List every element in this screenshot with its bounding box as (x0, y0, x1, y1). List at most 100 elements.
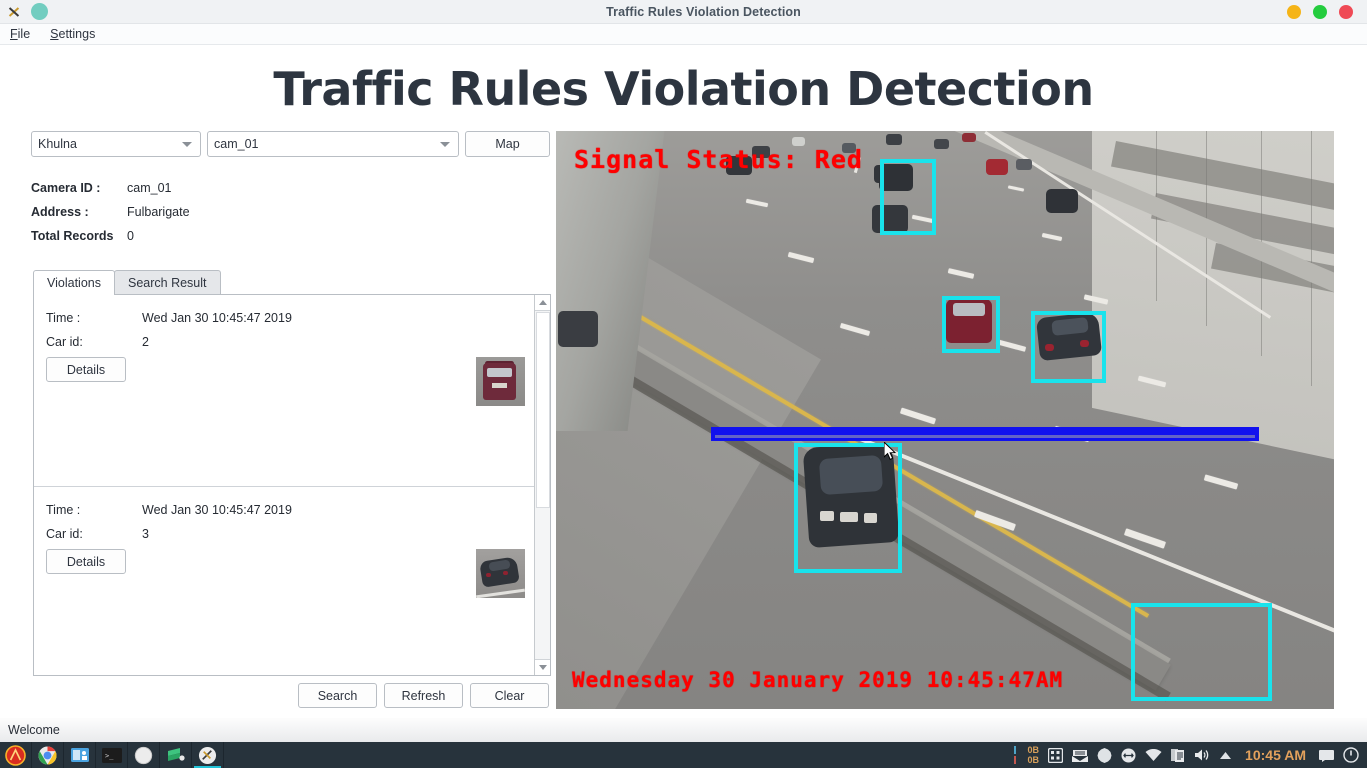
scrollbar-thumb[interactable] (536, 312, 550, 508)
address-field: Address : Fulbarigate (31, 205, 190, 219)
page-title: Traffic Rules Violation Detection (273, 62, 1094, 116)
wall-seam (1311, 131, 1312, 386)
bluetooth-icon[interactable] (1121, 748, 1136, 763)
vehicle (1046, 189, 1078, 213)
total-records-field: Total Records 0 (31, 229, 134, 243)
camera-id-field: Camera ID : cam_01 (31, 181, 171, 195)
close-button[interactable] (1339, 4, 1353, 19)
details-button[interactable]: Details (46, 357, 126, 382)
network-download-rate: 0B (1027, 755, 1040, 765)
disc-app-icon[interactable] (128, 742, 160, 768)
refresh-button[interactable]: Refresh (384, 683, 463, 708)
camera-dropdown[interactable]: cam_01 (207, 131, 459, 157)
detection-box (880, 159, 936, 235)
record-car-id: Car id: 2 (46, 335, 149, 349)
record-time-value: Wed Jan 30 10:45:47 2019 (142, 311, 292, 325)
taskbar-clock[interactable]: 10:45 AM (1245, 747, 1306, 763)
clear-button[interactable]: Clear (470, 683, 549, 708)
vehicle (962, 133, 976, 142)
window-titlebar: Traffic Rules Violation Detection (0, 0, 1367, 24)
chevron-down-icon (538, 665, 547, 670)
vehicle (934, 139, 949, 149)
app-root: Traffic Rules Violation Detection File S… (0, 0, 1367, 768)
camera-id-value: cam_01 (127, 181, 172, 195)
address-label: Address : (31, 205, 89, 219)
menu-file[interactable]: File (0, 27, 40, 41)
mail-icon[interactable] (1072, 748, 1089, 762)
detection-box (1131, 603, 1272, 701)
chevron-down-icon (440, 141, 450, 147)
vehicle (558, 311, 598, 347)
map-button[interactable]: Map (465, 131, 550, 157)
minimize-button[interactable] (1287, 4, 1301, 19)
app-launcher-icon[interactable] (0, 742, 32, 768)
record-car-id: Car id: 3 (46, 527, 149, 541)
record-car-value: 2 (142, 335, 149, 349)
wifi-icon[interactable] (1145, 748, 1162, 762)
scroll-up-button[interactable] (535, 295, 550, 311)
network-graph-icon (1013, 746, 1016, 764)
vehicle (1016, 159, 1032, 170)
vehicle (986, 159, 1008, 175)
details-button[interactable]: Details (46, 549, 126, 574)
detection-box (794, 443, 902, 573)
signal-status-overlay: Signal Status: Red (574, 145, 863, 174)
scroll-down-button[interactable] (535, 659, 550, 675)
app-logo-icon (6, 4, 21, 19)
city-dropdown-value: Khulna (38, 137, 77, 151)
camera-dropdown-value: cam_01 (214, 137, 259, 151)
file-manager-icon[interactable] (64, 742, 96, 768)
violations-list-panel: Time : Wed Jan 30 10:45:47 2019 Car id: 2 … (33, 294, 551, 676)
status-message: Welcome (8, 723, 60, 737)
record-car-label: Car id: (46, 527, 83, 541)
mouse-cursor (884, 442, 896, 461)
record-time-label: Time : (46, 311, 81, 325)
menu-settings[interactable]: Settings (40, 27, 105, 41)
chevron-down-icon (182, 141, 192, 147)
search-button[interactable]: Search (298, 683, 377, 708)
show-hidden-icons-icon[interactable] (1219, 751, 1232, 760)
chrome-browser-icon[interactable] (32, 742, 64, 768)
svg-text:>_: >_ (105, 752, 114, 760)
settings-icon[interactable] (1097, 747, 1112, 763)
window-controls (1287, 4, 1367, 19)
calculator-icon[interactable] (1048, 747, 1064, 763)
maximize-button[interactable] (1313, 4, 1327, 19)
document-icon[interactable] (1171, 748, 1185, 763)
camera-video-feed[interactable]: Signal Status: Red Wednesday 30 January … (556, 131, 1334, 709)
city-dropdown[interactable]: Khulna (31, 131, 201, 157)
power-icon[interactable] (1343, 747, 1359, 763)
tab-search-result[interactable]: Search Result (113, 270, 221, 295)
car-thumbnail-image (476, 549, 525, 598)
record-car-label: Car id: (46, 335, 83, 349)
record-time: Time : Wed Jan 30 10:45:47 2019 (46, 311, 292, 325)
record-car-value: 3 (142, 527, 149, 541)
detection-box (1031, 311, 1106, 383)
chevron-up-icon (538, 300, 547, 305)
list-scrollbar[interactable] (534, 295, 550, 675)
timestamp-overlay: Wednesday 30 January 2019 10:45:47AM (572, 668, 1064, 692)
record-time-value: Wed Jan 30 10:45:47 2019 (142, 503, 292, 517)
violation-thumbnail[interactable] (476, 549, 525, 598)
terminal-icon[interactable]: >_ (96, 742, 128, 768)
address-value: Fulbarigate (127, 205, 190, 219)
window-title: Traffic Rules Violation Detection (606, 4, 801, 19)
camera-id-label: Camera ID : (31, 181, 101, 195)
teal-circle-icon[interactable] (31, 3, 48, 20)
menu-file-rest: ile (17, 27, 31, 41)
system-tray: 0B 0B 10:45 AM (1012, 745, 1367, 765)
tab-violations[interactable]: Violations (33, 270, 115, 295)
traffic-app-icon[interactable] (192, 742, 224, 768)
total-records-label: Total Records (31, 229, 114, 243)
notification-icon[interactable] (1319, 749, 1334, 762)
vehicle (886, 134, 902, 145)
violation-record[interactable]: Time : Wed Jan 30 10:45:47 2019 Car id: 3 … (34, 487, 534, 675)
volume-icon[interactable] (1194, 748, 1210, 762)
sublime-editor-icon[interactable] (160, 742, 192, 768)
menu-settings-rest: ettings (58, 27, 96, 41)
violation-thumbnail[interactable] (476, 357, 525, 406)
violation-record[interactable]: Time : Wed Jan 30 10:45:47 2019 Car id: 2 … (34, 295, 534, 487)
total-records-value: 0 (127, 229, 134, 243)
titlebar-left-icons (0, 3, 120, 20)
tab-strip: Violations Search Result (33, 270, 221, 295)
